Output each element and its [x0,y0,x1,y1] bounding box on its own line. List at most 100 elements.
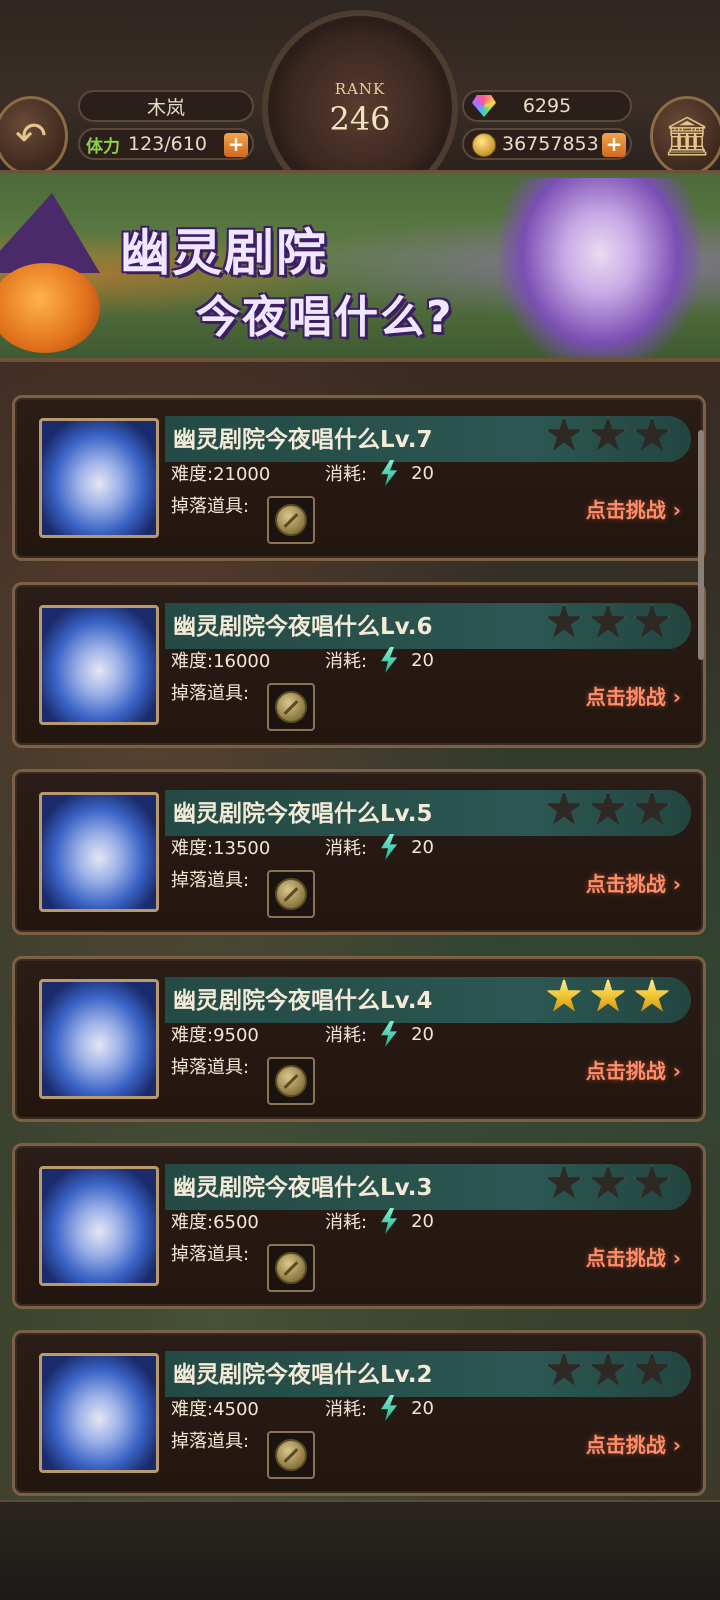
drop-item-slot[interactable] [267,870,315,918]
challenge-button[interactable]: 点击挑战 › [586,868,681,897]
star-icon [633,790,671,825]
gem-display: 6295 [462,90,632,122]
back-button[interactable]: ↶ [0,96,68,176]
drop-item-slot[interactable] [267,1244,315,1292]
drop-coin-icon [275,504,307,536]
difficulty-row: 难度:6500 [171,1208,259,1234]
boss-portrait [39,1353,159,1473]
challenge-button[interactable]: 点击挑战 › [586,494,681,523]
star-icon [633,603,671,638]
cost-row: 消耗: 20 [325,647,434,673]
star-icon [589,1351,627,1386]
cost-value: 20 [411,1397,434,1419]
level-card[interactable]: 幽灵剧院今夜唱什么Lv.5 难度:13500 消耗: 20 掉落道具: 点击挑战 › [12,769,706,935]
drops-label: 掉落道具: [171,496,250,517]
level-card[interactable]: 幽灵剧院今夜唱什么Lv.2 难度:4500 消耗: 20 掉落道具: 点击挑战 › [12,1330,706,1496]
star-rating [545,1351,671,1389]
cost-label: 消耗: [325,1025,368,1046]
energy-bolt-icon [381,460,398,486]
gem-icon [472,95,496,117]
star-icon [545,1351,583,1386]
level-card[interactable]: 幽灵剧院今夜唱什么Lv.4 难度:9500 消耗: 20 掉落道具: 点击挑战 › [12,956,706,1122]
cost-value: 20 [411,649,434,671]
difficulty-label: 难度: [171,1399,214,1420]
difficulty-value: 6500 [213,1212,259,1233]
event-banner: 幽灵剧院 今夜唱什么? [0,170,720,362]
back-arrow-icon: ↶ [15,114,47,158]
add-stamina-button[interactable]: + [224,133,248,157]
drop-item-slot[interactable] [267,683,315,731]
level-card[interactable]: 幽灵剧院今夜唱什么Lv.6 难度:16000 消耗: 20 掉落道具: 点击挑战 › [12,582,706,748]
cost-value: 20 [411,836,434,858]
cost-label: 消耗: [325,464,368,485]
drop-item-slot[interactable] [267,496,315,544]
level-name: 幽灵剧院今夜唱什么Lv.6 [173,614,433,640]
drop-coin-icon [275,691,307,723]
star-icon [589,603,627,638]
player-name: 木岚 [78,90,254,122]
challenge-button[interactable]: 点击挑战 › [586,1055,681,1084]
star-icon [633,416,671,451]
bank-button[interactable]: 🏛 [650,96,720,176]
star-icon [589,977,627,1012]
cost-row: 消耗: 20 [325,460,434,486]
drop-coin-icon [275,1065,307,1097]
level-card[interactable]: 幽灵剧院今夜唱什么Lv.7 难度:21000 消耗: 20 掉落道具: 点击挑战 › [12,395,706,561]
witch-hat-art [0,193,100,273]
cost-label: 消耗: [325,1399,368,1420]
drop-item-slot[interactable] [267,1057,315,1105]
cost-row: 消耗: 20 [325,1208,434,1234]
level-card[interactable]: 幽灵剧院今夜唱什么Lv.3 难度:6500 消耗: 20 掉落道具: 点击挑战 › [12,1143,706,1309]
level-name: 幽灵剧院今夜唱什么Lv.7 [173,427,433,453]
star-icon [589,790,627,825]
energy-bolt-icon [381,647,398,673]
level-name: 幽灵剧院今夜唱什么Lv.2 [173,1362,433,1388]
drop-item-slot[interactable] [267,1431,315,1479]
difficulty-row: 难度:16000 [171,647,270,673]
top-header: RANK 246 ↶ 🏛 木岚 体力 123/610 + 6295 367578… [0,0,720,206]
scrollbar[interactable] [698,430,704,660]
add-gold-button[interactable]: + [602,133,626,157]
level-name: 幽灵剧院今夜唱什么Lv.4 [173,988,433,1014]
banner-title-line2: 今夜唱什么? [196,292,454,343]
stamina-display: 体力 123/610 + [78,128,254,160]
drops-label: 掉落道具: [171,1431,250,1452]
boss-portrait [39,1166,159,1286]
star-rating [545,1164,671,1202]
difficulty-value: 4500 [213,1399,259,1420]
gold-coin-icon [472,133,496,157]
star-icon [545,603,583,638]
energy-bolt-icon [381,1208,398,1234]
difficulty-value: 13500 [213,838,271,859]
difficulty-row: 难度:4500 [171,1395,259,1421]
boss-portrait [39,418,159,538]
difficulty-row: 难度:13500 [171,834,270,860]
drop-coin-icon [275,878,307,910]
difficulty-label: 难度: [171,1025,214,1046]
drop-coin-icon [275,1252,307,1284]
star-rating [545,603,671,641]
difficulty-row: 难度:9500 [171,1021,259,1047]
challenge-button[interactable]: 点击挑战 › [586,1429,681,1458]
drops-label: 掉落道具: [171,870,250,891]
gold-display: 36757853 + [462,128,632,160]
gold-count: 36757853 [502,133,599,155]
bank-building-icon: 🏛 [662,113,712,158]
cost-label: 消耗: [325,838,368,859]
level-name: 幽灵剧院今夜唱什么Lv.3 [173,1175,433,1201]
character-art [500,178,700,358]
energy-bolt-icon [381,1021,398,1047]
difficulty-row: 难度:21000 [171,460,270,486]
boss-portrait [39,979,159,1099]
star-icon [633,977,671,1012]
challenge-button[interactable]: 点击挑战 › [586,681,681,710]
cost-row: 消耗: 20 [325,1395,434,1421]
level-name: 幽灵剧院今夜唱什么Lv.5 [173,801,433,827]
cost-row: 消耗: 20 [325,1021,434,1047]
energy-bolt-icon [381,1395,398,1421]
star-icon [633,1164,671,1199]
cost-row: 消耗: 20 [325,834,434,860]
cost-label: 消耗: [325,651,368,672]
challenge-button[interactable]: 点击挑战 › [586,1242,681,1271]
pumpkin-art [0,263,100,353]
